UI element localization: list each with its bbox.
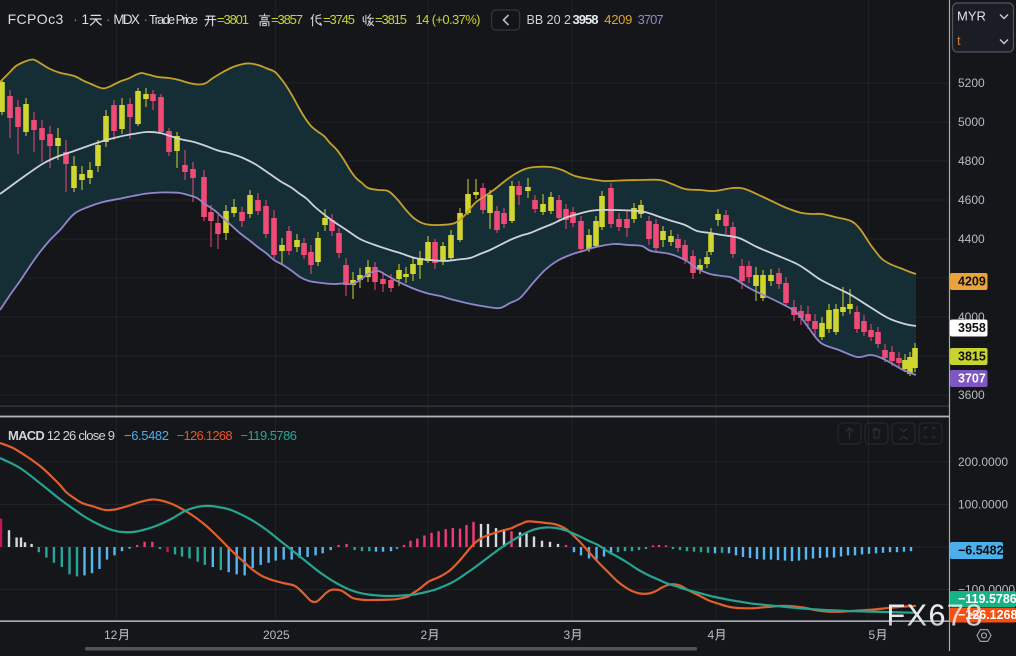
svg-text:FCPOc3: FCPOc3 [8, 11, 64, 27]
svg-text:4: 4 [708, 628, 715, 642]
svg-text:200.0000: 200.0000 [958, 455, 1008, 469]
svg-text:−6.5482: −6.5482 [124, 428, 169, 443]
svg-text:3958: 3958 [573, 12, 599, 27]
svg-text:3958: 3958 [958, 321, 986, 335]
svg-text:4600: 4600 [958, 193, 985, 207]
svg-text:12: 12 [104, 628, 118, 642]
svg-text:·: · [73, 12, 78, 27]
svg-text:−126.1268: −126.1268 [177, 428, 233, 443]
svg-text:3815: 3815 [958, 350, 986, 364]
svg-text:t: t [957, 33, 961, 48]
svg-text:MDX: MDX [113, 12, 139, 27]
svg-text:4800: 4800 [958, 154, 985, 168]
svg-text:3: 3 [564, 628, 571, 642]
svg-text:3707: 3707 [638, 12, 664, 27]
svg-text:=3801: =3801 [217, 12, 249, 27]
svg-text:4400: 4400 [958, 232, 985, 246]
svg-text:4209: 4209 [958, 275, 986, 289]
svg-text:5000: 5000 [958, 115, 985, 129]
svg-text:14 (+0.37%): 14 (+0.37%) [416, 12, 481, 27]
svg-text:·: · [106, 12, 111, 27]
svg-text:=3745: =3745 [323, 12, 355, 27]
svg-text:=3857: =3857 [271, 12, 303, 27]
svg-text:3707: 3707 [958, 372, 986, 386]
svg-text:100.0000: 100.0000 [958, 498, 1008, 512]
svg-text:3600: 3600 [958, 388, 985, 402]
svg-text:4209: 4209 [604, 12, 632, 27]
svg-text:=3815: =3815 [375, 12, 407, 27]
svg-text:−119.5786: −119.5786 [241, 428, 298, 443]
svg-text:FX678: FX678 [887, 599, 984, 633]
svg-text:BB 20 2: BB 20 2 [527, 13, 572, 27]
svg-text:Trade Price: Trade Price [149, 13, 198, 27]
svg-text:5200: 5200 [958, 76, 985, 90]
svg-text:MYR: MYR [957, 9, 986, 24]
svg-text:MACD 12 26 close 9: MACD 12 26 close 9 [8, 428, 115, 443]
svg-text:−6.5482: −6.5482 [958, 544, 1004, 558]
svg-text:5: 5 [869, 628, 876, 642]
svg-text:·: · [144, 12, 149, 27]
svg-text:2: 2 [421, 628, 428, 642]
svg-text:2025: 2025 [263, 628, 290, 642]
svg-text:1: 1 [82, 12, 90, 27]
